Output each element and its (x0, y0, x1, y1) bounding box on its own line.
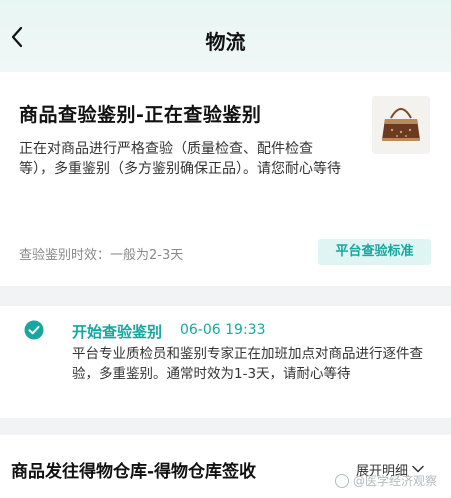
timeline-event-time: 06-06 19:33 (180, 322, 266, 338)
page-title: 物流 (205, 30, 246, 54)
product-thumbnail[interactable] (372, 96, 430, 154)
watermark-text: @医学经济观察 (353, 474, 438, 488)
nav-bar: 物流 (0, 0, 451, 72)
watermark: @医学经济观察 (335, 472, 437, 489)
inspection-time-note: 查验鉴别时效：一般为2-3天 (19, 248, 184, 263)
check-circle-icon (24, 320, 44, 340)
platform-standard-button[interactable]: 平台查验标准 (318, 239, 431, 265)
status-title: 商品查验鉴别-正在查验鉴别 (19, 104, 262, 126)
watermark-logo-icon (335, 473, 349, 488)
timeline-event-description: 平台专业质检员和鉴别专家正在加班加点对商品进行逐件查验，多重鉴别。通常时效为1-… (72, 346, 423, 382)
timeline-event-title: 开始查验鉴别 (72, 323, 163, 341)
handbag-thumbnail (382, 108, 420, 141)
status-description: 正在对商品进行严格查验（质量检查、配件检查等），多重鉴别（多方鉴别确保正品）。请… (19, 141, 341, 177)
section-title: 商品发往得物仓库-得物仓库签收 (11, 462, 257, 482)
